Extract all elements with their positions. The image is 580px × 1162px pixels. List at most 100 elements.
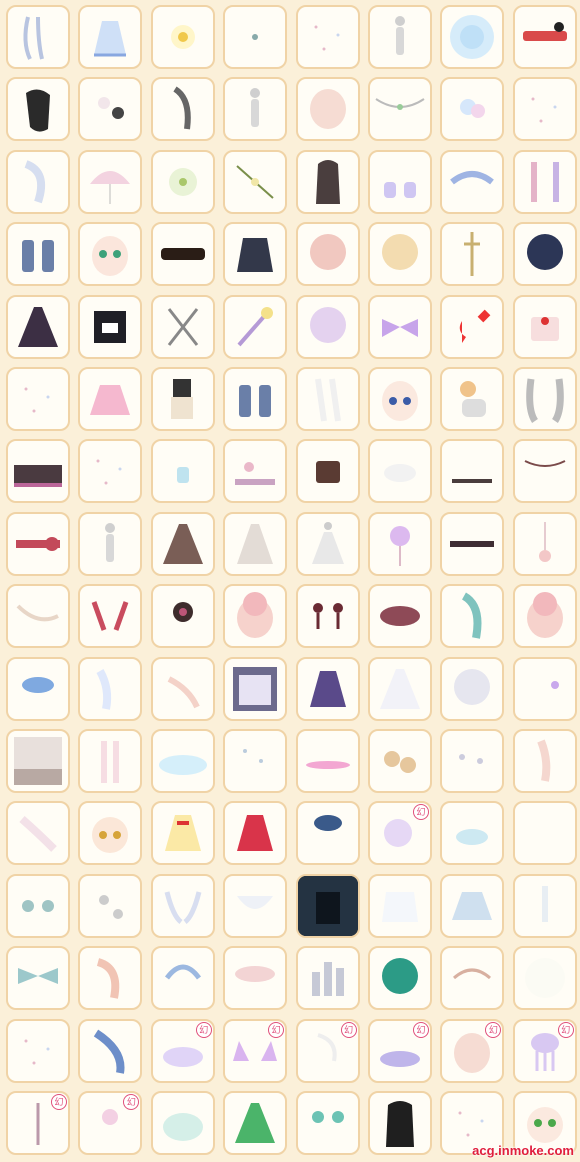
- item-slot[interactable]: [440, 511, 505, 576]
- item-slot[interactable]: [6, 946, 70, 1011]
- item-slot[interactable]: [223, 729, 288, 793]
- item-slot[interactable]: [440, 584, 505, 649]
- item-slot[interactable]: [6, 77, 70, 142]
- item-slot[interactable]: [223, 1091, 288, 1155]
- item-slot[interactable]: [223, 801, 288, 866]
- item-slot[interactable]: [6, 584, 70, 649]
- item-slot[interactable]: [6, 149, 70, 214]
- item-slot[interactable]: [295, 946, 360, 1011]
- item-slot[interactable]: [512, 584, 577, 649]
- item-slot[interactable]: [368, 149, 432, 214]
- item-slot[interactable]: [150, 294, 215, 359]
- item-slot[interactable]: 幻: [512, 1018, 577, 1083]
- item-slot[interactable]: [78, 656, 143, 721]
- item-slot[interactable]: [512, 873, 577, 938]
- item-slot[interactable]: [223, 656, 288, 721]
- item-slot[interactable]: 幻: [223, 1018, 288, 1083]
- item-slot[interactable]: [78, 77, 143, 142]
- item-slot[interactable]: [6, 439, 70, 504]
- item-slot[interactable]: [78, 584, 143, 649]
- item-slot[interactable]: [78, 801, 143, 866]
- item-slot[interactable]: [78, 5, 143, 69]
- item-slot[interactable]: [223, 946, 288, 1011]
- item-slot[interactable]: [78, 222, 143, 287]
- item-slot[interactable]: 幻: [150, 1018, 215, 1083]
- item-slot[interactable]: [368, 729, 432, 793]
- item-slot[interactable]: [368, 5, 432, 69]
- item-slot[interactable]: [6, 1018, 70, 1083]
- item-slot[interactable]: [6, 511, 70, 576]
- item-slot[interactable]: 幻: [6, 1091, 70, 1155]
- item-slot[interactable]: [6, 222, 70, 287]
- item-slot[interactable]: [512, 5, 577, 69]
- item-slot[interactable]: [150, 439, 215, 504]
- item-slot[interactable]: [150, 801, 215, 866]
- item-slot[interactable]: [150, 222, 215, 287]
- item-slot[interactable]: [512, 511, 577, 576]
- item-slot[interactable]: [223, 149, 288, 214]
- item-slot[interactable]: [368, 222, 432, 287]
- item-slot[interactable]: [150, 1091, 215, 1155]
- item-slot[interactable]: [6, 656, 70, 721]
- item-slot[interactable]: [223, 77, 288, 142]
- item-slot[interactable]: [78, 439, 143, 504]
- item-slot[interactable]: [150, 729, 215, 793]
- item-slot[interactable]: [6, 801, 70, 866]
- item-slot[interactable]: [512, 367, 577, 431]
- item-slot[interactable]: [78, 149, 143, 214]
- item-slot[interactable]: [512, 656, 577, 721]
- item-slot[interactable]: [223, 584, 288, 649]
- item-slot[interactable]: [295, 873, 360, 938]
- item-slot[interactable]: [6, 873, 70, 938]
- item-slot[interactable]: 幻: [440, 1018, 505, 1083]
- item-slot[interactable]: [295, 294, 360, 359]
- item-slot[interactable]: [223, 367, 288, 431]
- item-slot[interactable]: [440, 367, 505, 431]
- item-slot[interactable]: [440, 149, 505, 214]
- item-slot[interactable]: [78, 294, 143, 359]
- item-slot[interactable]: [150, 584, 215, 649]
- item-slot[interactable]: [512, 729, 577, 793]
- item-slot[interactable]: 幻: [368, 1018, 432, 1083]
- item-slot[interactable]: [295, 77, 360, 142]
- item-slot[interactable]: [295, 5, 360, 69]
- item-slot[interactable]: [295, 801, 360, 866]
- item-slot[interactable]: [512, 149, 577, 214]
- item-slot[interactable]: [368, 367, 432, 431]
- item-slot[interactable]: [440, 946, 505, 1011]
- item-slot[interactable]: [295, 367, 360, 431]
- item-slot[interactable]: [78, 367, 143, 431]
- item-slot[interactable]: [295, 1091, 360, 1155]
- item-slot[interactable]: [368, 946, 432, 1011]
- item-slot[interactable]: [368, 439, 432, 504]
- item-slot[interactable]: [150, 149, 215, 214]
- item-slot[interactable]: [440, 294, 505, 359]
- item-slot[interactable]: [440, 77, 505, 142]
- item-slot[interactable]: [512, 77, 577, 142]
- item-slot[interactable]: 幻: [295, 1018, 360, 1083]
- item-slot[interactable]: [368, 511, 432, 576]
- item-slot[interactable]: [512, 222, 577, 287]
- item-slot[interactable]: [223, 511, 288, 576]
- item-slot[interactable]: [295, 656, 360, 721]
- item-slot[interactable]: [440, 222, 505, 287]
- item-slot[interactable]: [150, 656, 215, 721]
- item-slot[interactable]: [368, 584, 432, 649]
- item-slot[interactable]: [6, 367, 70, 431]
- item-slot[interactable]: [295, 149, 360, 214]
- item-slot[interactable]: 幻: [368, 801, 432, 866]
- item-slot[interactable]: [368, 1091, 432, 1155]
- item-slot[interactable]: [78, 946, 143, 1011]
- item-slot[interactable]: [440, 439, 505, 504]
- item-slot[interactable]: [150, 77, 215, 142]
- item-slot[interactable]: [150, 5, 215, 69]
- item-slot[interactable]: [368, 294, 432, 359]
- item-slot[interactable]: [295, 584, 360, 649]
- item-slot[interactable]: [295, 729, 360, 793]
- item-slot[interactable]: [223, 439, 288, 504]
- item-slot[interactable]: [78, 1018, 143, 1083]
- item-slot[interactable]: [223, 873, 288, 938]
- item-slot[interactable]: [6, 729, 70, 793]
- item-slot[interactable]: [512, 946, 577, 1011]
- item-slot[interactable]: [368, 656, 432, 721]
